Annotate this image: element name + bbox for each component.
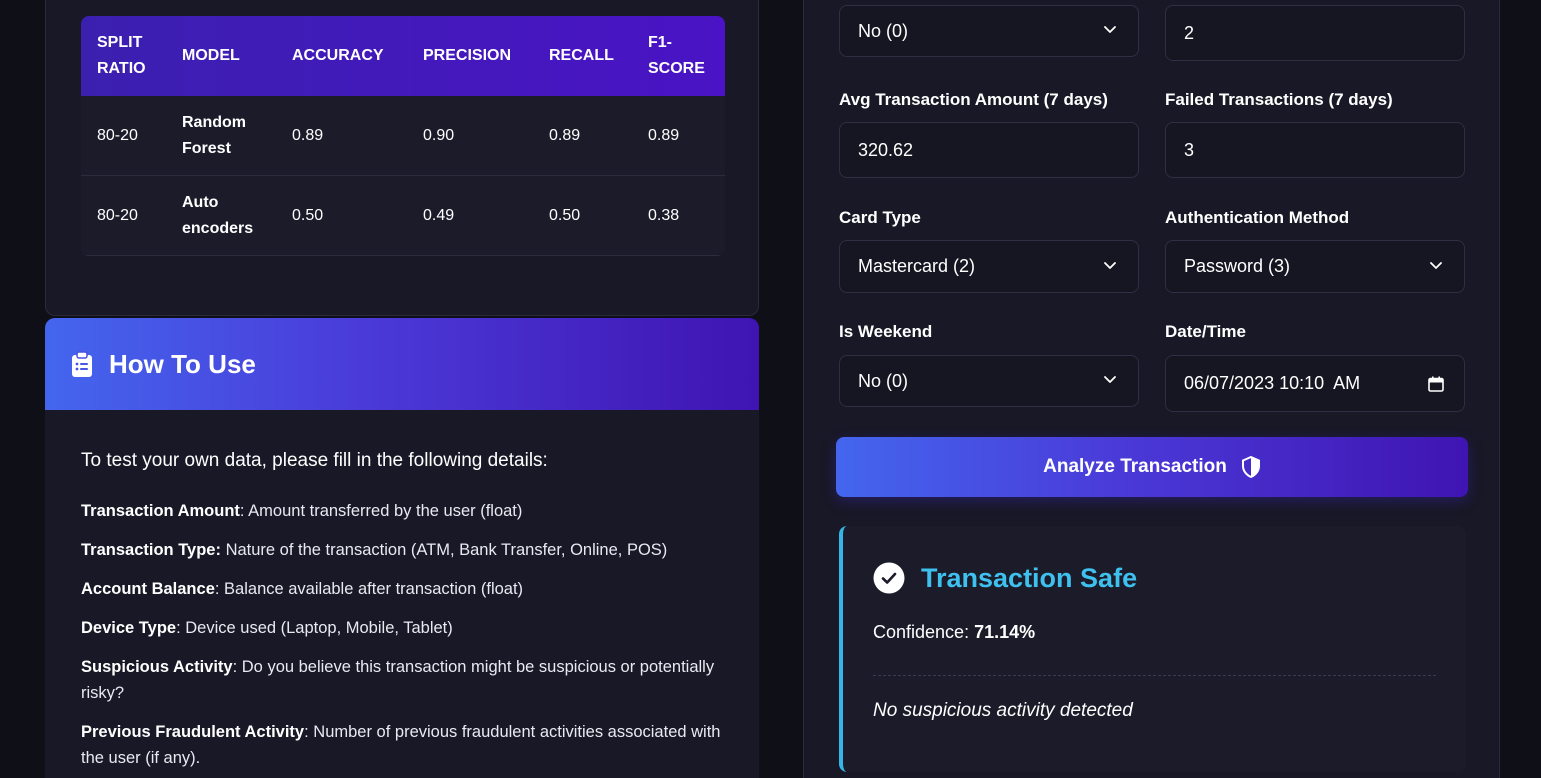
cell-split-ratio: 80-20	[97, 206, 138, 224]
is-weekend-select[interactable]: No (0)	[839, 355, 1139, 407]
item-term: Transaction Type:	[81, 541, 221, 559]
cell-f1-score: 0.38	[648, 206, 680, 224]
table-row: 80-20 Random Forest 0.89 0.90 0.89 0.89	[81, 96, 725, 176]
avg-amount-label: Avg Transaction Amount (7 days)	[839, 90, 1108, 109]
confidence-text: Confidence: 71.14%	[873, 622, 1035, 643]
how-to-use-intro: To test your own data, please fill in th…	[81, 450, 548, 471]
confidence-value: 71.14%	[974, 622, 1036, 642]
auth-method-label: Authentication Method	[1165, 208, 1350, 227]
select-value: No (0)	[858, 20, 909, 41]
metrics-table: Split Ratio Model Accuracy Precision Rec…	[81, 16, 725, 256]
header-recall: Recall	[549, 47, 614, 64]
item-description: : Amount transferred by the user (float)	[239, 502, 523, 520]
list-item: Previous Fraudulent Activity: Number of …	[81, 719, 723, 771]
item-term: Account Balance	[81, 580, 215, 598]
item-description: Nature of the transaction (ATM, Bank Tra…	[220, 541, 668, 559]
chevron-down-icon	[1104, 376, 1116, 383]
failed-tx-label: Failed Transactions (7 days)	[1165, 90, 1393, 109]
how-to-use-title: How To Use	[109, 348, 256, 379]
header-accuracy: Accuracy	[292, 47, 384, 64]
item-term: Device Type	[81, 619, 177, 637]
model-metrics-card: Split Ratio Model Accuracy Precision Rec…	[45, 0, 759, 316]
how-to-use-card: How To Use To test your own data, please…	[45, 318, 759, 778]
card-type-label: Card Type	[839, 208, 921, 227]
chevron-down-icon	[1104, 26, 1116, 33]
result-title: Transaction Safe	[921, 562, 1138, 593]
failed-tx-input[interactable]: 3	[1165, 122, 1465, 178]
cell-model: Random Forest	[182, 113, 246, 157]
analyze-transaction-button[interactable]: Analyze Transaction	[836, 437, 1468, 497]
cell-recall: 0.89	[549, 126, 581, 144]
avg-amount-input[interactable]: 320.62	[839, 122, 1139, 178]
top-right-input[interactable]: 2	[1165, 5, 1465, 61]
select-value: Password (3)	[1184, 256, 1291, 276]
cell-precision: 0.49	[423, 206, 455, 224]
list-item: Transaction Amount: Amount transferred b…	[81, 498, 723, 524]
divider	[873, 675, 1436, 676]
item-description: : Device used (Laptop, Mobile, Tablet)	[176, 619, 453, 637]
calendar-icon[interactable]	[1428, 376, 1444, 392]
input-value: 06/07/2023 10:10 AM	[1184, 373, 1361, 393]
top-left-select[interactable]: No (0)	[839, 5, 1139, 57]
list-item: Account Balance: Balance available after…	[81, 576, 723, 602]
input-value: 2	[1184, 22, 1195, 43]
datetime-label: Date/Time	[1165, 322, 1246, 341]
how-to-use-header: How To Use	[45, 318, 759, 410]
list-item: Transaction Type: Nature of the transact…	[81, 537, 723, 563]
item-description: : Balance available after transaction (f…	[214, 580, 524, 598]
item-term: Previous Fraudulent Activity	[81, 723, 305, 741]
auth-method-select[interactable]: Password (3)	[1165, 240, 1465, 293]
card-type-select[interactable]: Mastercard (2)	[839, 240, 1139, 293]
header-split-ratio: Split Ratio	[97, 34, 146, 77]
chevron-down-icon	[1104, 261, 1116, 269]
cell-accuracy: 0.50	[292, 206, 324, 224]
cell-split-ratio: 80-20	[97, 126, 138, 144]
transaction-form-card: No (0) 2 Avg Transaction Amount (7 days)…	[803, 0, 1500, 778]
analyze-button-label: Analyze Transaction	[1043, 456, 1227, 477]
cell-recall: 0.50	[549, 206, 581, 224]
header-precision: Precision	[423, 47, 512, 64]
select-value: No (0)	[858, 370, 909, 391]
item-term: Suspicious Activity	[81, 658, 233, 676]
datetime-input[interactable]: 06/07/2023 10:10 AM	[1165, 355, 1465, 412]
result-note: No suspicious activity detected	[873, 700, 1133, 721]
result-header: Transaction Safe	[873, 562, 1137, 594]
input-value: 320.62	[858, 139, 914, 160]
table-header: Split Ratio Model Accuracy Precision Rec…	[81, 16, 725, 96]
cell-model: Auto encoders	[182, 193, 254, 237]
chevron-down-icon	[1430, 261, 1442, 269]
list-item: Device Type: Device used (Laptop, Mobile…	[81, 615, 723, 641]
result-card: Transaction Safe Confidence: 71.14% No s…	[839, 526, 1466, 772]
is-weekend-label: Is Weekend	[839, 322, 933, 341]
list-item: Suspicious Activity: Do you believe this…	[81, 654, 723, 706]
cell-precision: 0.90	[423, 126, 455, 144]
header-f1-score: F1-Score	[648, 34, 705, 77]
clipboard-list-icon	[72, 351, 92, 377]
input-value: 3	[1184, 139, 1195, 160]
shield-halved-icon	[1241, 456, 1260, 478]
table-row: 80-20 Auto encoders 0.50 0.49 0.50 0.38	[81, 176, 725, 256]
cell-accuracy: 0.89	[292, 126, 324, 144]
how-to-use-body: To test your own data, please fill in th…	[45, 410, 759, 771]
header-model: Model	[182, 47, 240, 64]
check-circle-icon	[873, 562, 905, 594]
select-value: Mastercard (2)	[858, 256, 976, 276]
item-term: Transaction Amount	[81, 502, 240, 520]
confidence-label: Confidence:	[873, 622, 975, 642]
cell-f1-score: 0.89	[648, 126, 680, 144]
